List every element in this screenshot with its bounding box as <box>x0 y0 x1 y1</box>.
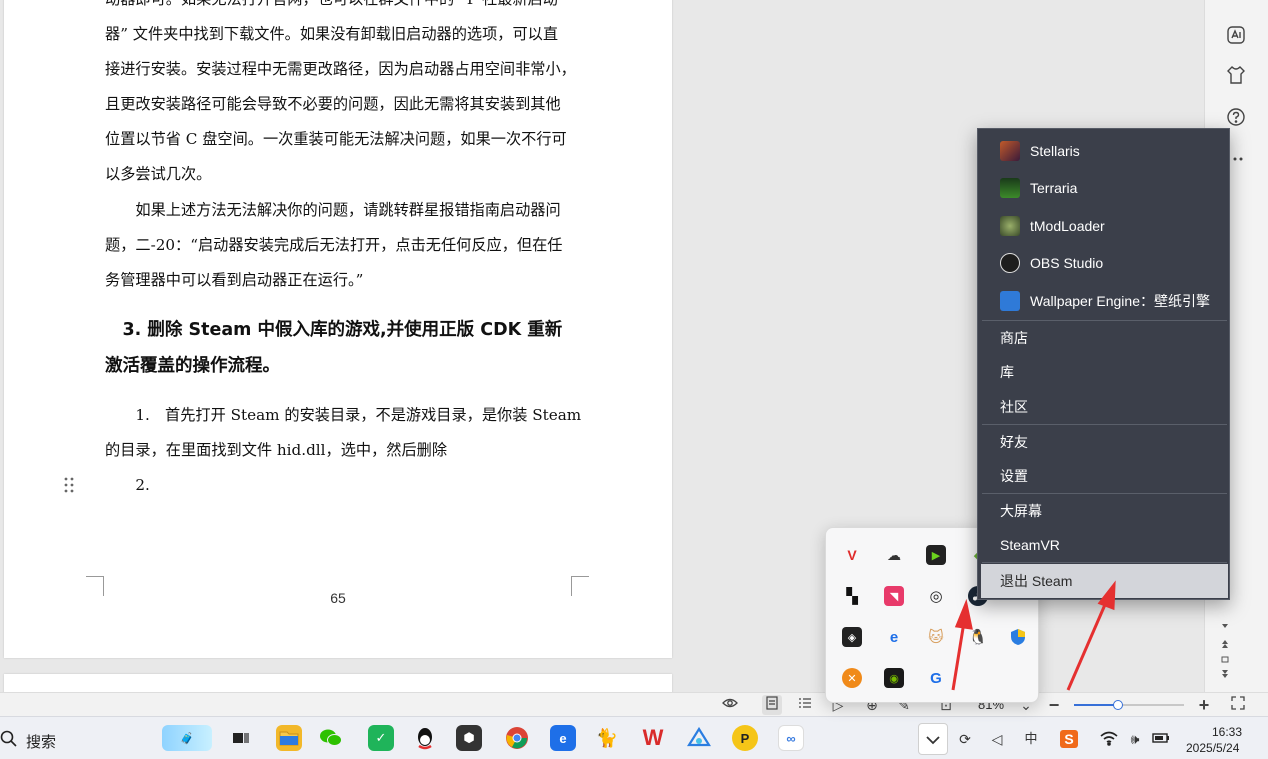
fullscreen-icon[interactable] <box>1228 695 1248 715</box>
baidu-netdisk-icon[interactable]: ∞ <box>778 725 804 751</box>
paragraph-line: 器” 文件夹中找到下载文件。如果没有卸载旧启动器的选项，可以直 <box>105 25 559 43</box>
paragraph-line: 位置以节省 C 盘空间。一次重装可能无法解决问题，如果一次不行可 <box>105 130 567 148</box>
paragraph-line: 如果上述方法无法解决你的问题，请跳转群星报错指南启动器问 <box>105 201 561 219</box>
tray-overflow-button[interactable] <box>918 723 948 755</box>
clock-time[interactable]: 16:33 <box>1212 725 1242 739</box>
taskbar: 搜索 🧳 ✓ ⬢ e 🐈 W P ∞ ⟳ ◁ 中 S 🕪 16:33 2025/… <box>0 716 1268 759</box>
help-icon[interactable] <box>1225 106 1249 130</box>
qq-icon[interactable] <box>412 725 438 751</box>
sync-icon[interactable]: ⟳ <box>956 730 974 748</box>
paragraph-line: 动器即可。如果无法打开官网，也可以在群文件中的 “P 社最新启动 <box>105 0 573 17</box>
epic-games-icon[interactable]: ◈ <box>842 627 862 647</box>
menu-item-library[interactable]: 库 <box>978 355 1231 389</box>
search-box[interactable]: 搜索 <box>26 731 56 752</box>
paragraph-line: 接进行安装。安装过程中无需更改路径，因为启动器占用空间非常小， <box>105 60 576 78</box>
zoom-out-button[interactable]: − <box>1044 695 1064 715</box>
vs-icon[interactable]: V <box>842 545 862 565</box>
mail-app-icon[interactable]: ✓ <box>368 725 394 751</box>
chrome-icon[interactable] <box>504 725 530 751</box>
menu-item-steamvr[interactable]: SteamVR <box>978 528 1231 562</box>
menu-item-tmodloader[interactable]: tModLoader <box>978 209 1231 243</box>
nav-arrows-icon[interactable] <box>1219 620 1231 680</box>
menu-separator <box>982 562 1227 563</box>
menu-item-obs[interactable]: OBS Studio <box>978 246 1231 280</box>
ai-write-icon[interactable] <box>1225 24 1249 48</box>
page-view-icon[interactable] <box>762 695 782 715</box>
wechat-icon[interactable] <box>318 725 344 751</box>
wps-icon[interactable]: W <box>640 725 666 751</box>
file-explorer-icon[interactable] <box>276 725 302 751</box>
zoom-slider-fill <box>1074 704 1118 706</box>
search-highlight-icon[interactable]: 🧳 <box>162 725 212 751</box>
menu-item-settings[interactable]: 设置 <box>978 459 1231 493</box>
wallpaper-engine-icon <box>1000 291 1020 311</box>
grid-app-icon[interactable]: ▚ <box>842 586 862 606</box>
cloud-sync-icon[interactable] <box>686 725 712 751</box>
paragraph-line: 务管理器中可以看到启动器正在运行。” <box>105 271 364 289</box>
menu-item-wallpaper-engine[interactable]: Wallpaper Engine：壁纸引擎 <box>978 284 1231 318</box>
search-icon[interactable] <box>0 730 18 748</box>
menu-item-store[interactable]: 商店 <box>978 321 1231 355</box>
ime-indicator[interactable]: 中 <box>1022 730 1040 748</box>
paragraph-line: 题，二-20：“启动器安装完成后无法打开，点击无任何反应，但在任 <box>105 236 563 254</box>
steam-context-menu: Stellaris Terraria tModLoader OBS Studio… <box>977 128 1230 600</box>
qq-tray-icon[interactable]: 🐧 <box>968 627 988 647</box>
battery-icon[interactable] <box>1152 730 1170 748</box>
tmodloader-icon <box>1000 216 1020 236</box>
more-icon[interactable] <box>1231 148 1255 172</box>
sogou-ime-icon[interactable]: S <box>1060 730 1078 748</box>
paragraph-line: 以多尝试几次。 <box>105 165 212 183</box>
step-text: 1. 首先打开 Steam 的安装目录，不是游戏目录，是你装 Steam <box>105 406 582 424</box>
zoom-slider-thumb[interactable] <box>1113 700 1123 710</box>
epic-like-icon[interactable]: ⬢ <box>456 725 482 751</box>
section-heading: 3. 删除 Steam 中假入库的游戏,并使用正版 CDK 重新 <box>105 320 563 340</box>
obs-icon <box>1000 253 1020 273</box>
play-launcher-icon[interactable]: ▶ <box>926 545 946 565</box>
cat-face-icon[interactable]: 🐱 <box>926 627 946 647</box>
location-icon[interactable]: ◁ <box>988 730 1006 748</box>
browser-icon[interactable]: e <box>884 627 904 647</box>
pink-app-icon[interactable]: ◥ <box>884 586 904 606</box>
drag-handle-icon[interactable] <box>64 476 78 496</box>
document-page[interactable]: 动器即可。如果无法打开官网，也可以在群文件中的 “P 社最新启动 器” 文件夹中… <box>4 0 672 658</box>
task-view-icon[interactable] <box>228 725 254 751</box>
page-number: 65 <box>330 590 346 606</box>
menu-item-big-picture[interactable]: 大屏幕 <box>978 494 1231 528</box>
menu-item-community[interactable]: 社区 <box>978 390 1231 424</box>
menu-item-exit-steam[interactable]: 退出 Steam <box>981 564 1228 598</box>
browser-e-icon[interactable]: e <box>550 725 576 751</box>
section-heading: 激活覆盖的操作流程。 <box>105 356 280 376</box>
menu-item-friends[interactable]: 好友 <box>978 425 1231 459</box>
clock-date[interactable]: 2025/5/24 <box>1186 741 1239 755</box>
capture-icon[interactable]: ◎ <box>926 586 946 606</box>
outline-view-icon[interactable] <box>795 695 815 715</box>
menu-item-terraria[interactable]: Terraria <box>978 171 1231 205</box>
menu-item-stellaris[interactable]: Stellaris <box>978 134 1231 168</box>
wifi-icon[interactable] <box>1100 730 1118 748</box>
nvidia-icon[interactable]: ◉ <box>884 668 904 688</box>
status-bar: ▷ ⊕ ✎ ⊡ 81% ⌄ − + <box>0 692 1268 716</box>
blue-g-icon[interactable]: G <box>926 668 946 688</box>
zoom-in-button[interactable]: + <box>1194 695 1214 715</box>
step-text[interactable]: 2. <box>105 468 573 503</box>
step-text: 的目录，在里面找到文件 hid.dll，选中，然后删除 <box>105 441 448 459</box>
onedrive-icon[interactable]: ☁ <box>884 545 904 565</box>
cat-app-icon[interactable]: 🐈 <box>594 725 620 751</box>
eye-icon[interactable] <box>720 695 740 715</box>
terraria-icon <box>1000 178 1020 198</box>
volume-icon[interactable]: 🕪 <box>1126 730 1144 748</box>
zoom-slider[interactable] <box>1074 700 1184 710</box>
paragraph-line: 且更改安装路径可能会导致不必要的问题，因此无需将其安装到其他 <box>105 95 561 113</box>
pp-app-icon[interactable]: P <box>732 725 758 751</box>
document-page[interactable] <box>4 674 672 692</box>
stellaris-icon <box>1000 141 1020 161</box>
security-shield-icon[interactable] <box>1008 627 1028 647</box>
orange-x-icon[interactable]: ✕ <box>842 668 862 688</box>
shirt-icon[interactable] <box>1225 64 1249 88</box>
